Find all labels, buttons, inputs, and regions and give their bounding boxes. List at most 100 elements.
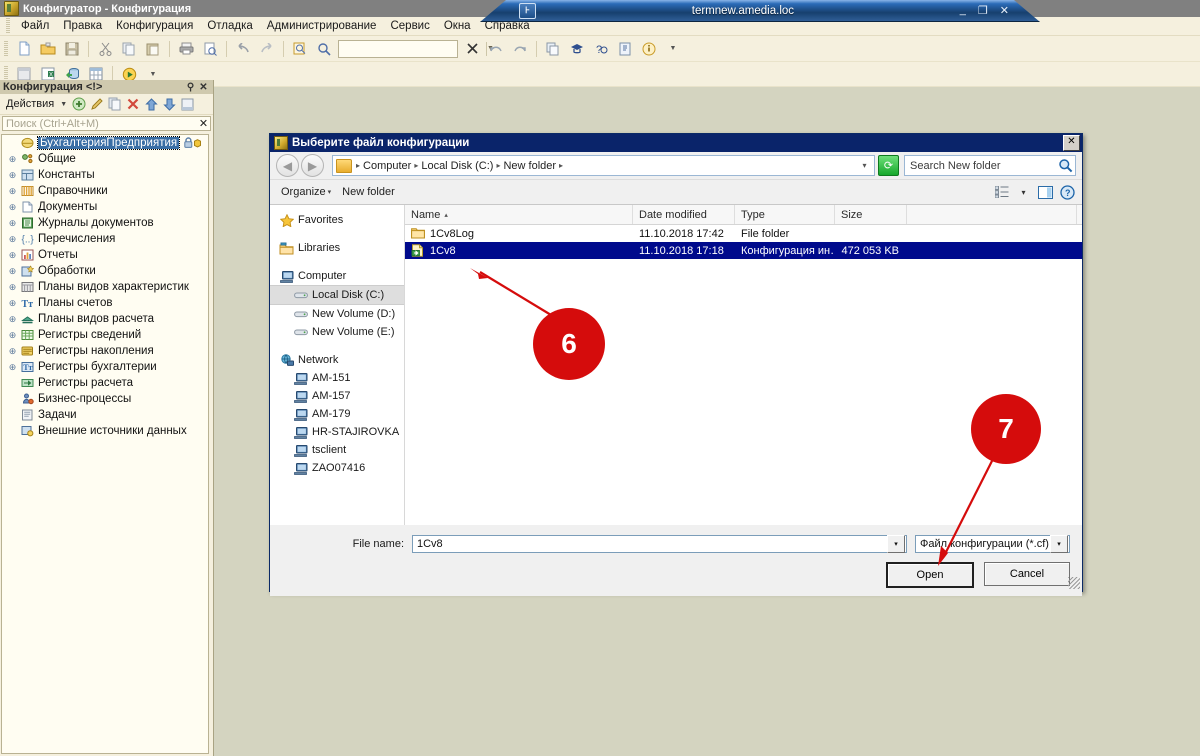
add-icon[interactable] xyxy=(70,95,88,113)
info-icon[interactable] xyxy=(638,38,660,59)
save-icon[interactable] xyxy=(61,38,83,59)
delete-icon[interactable] xyxy=(124,95,142,113)
close-panel-icon[interactable]: ✕ xyxy=(197,82,210,93)
syntax-assistant-icon[interactable] xyxy=(566,38,588,59)
undo-icon[interactable] xyxy=(232,38,254,59)
expand-icon[interactable]: ⊕ xyxy=(6,170,19,181)
filetype-combobox[interactable]: Файл конфигурации (*.cf) ▾ xyxy=(915,535,1070,553)
tree-item-9[interactable]: ⊕ Планы видов характеристик xyxy=(2,279,208,295)
find-next-icon[interactable] xyxy=(509,38,531,59)
magnifier-icon[interactable] xyxy=(1055,158,1075,173)
restore-button[interactable]: ❐ xyxy=(978,4,988,17)
move-down-icon[interactable] xyxy=(160,95,178,113)
tree-item-13[interactable]: ⊕ Регистры накопления xyxy=(2,343,208,359)
copy-icon[interactable] xyxy=(118,38,140,59)
tree-item-5[interactable]: ⊕ Журналы документов xyxy=(2,215,208,231)
toolbar-search-input[interactable]: ▼ xyxy=(338,39,494,58)
menu-item-edit[interactable]: Правка xyxy=(56,19,109,33)
column-header-type[interactable]: Type xyxy=(735,205,835,224)
tree-item-15[interactable]: Регистры расчета xyxy=(2,375,208,391)
edit-pencil-icon[interactable] xyxy=(88,95,106,113)
tree-item-0[interactable]: БухгалтерияПредприятия xyxy=(2,135,208,151)
configuration-tree[interactable]: БухгалтерияПредприятия ⊕ Общие ⊕ Константы ⊕ С… xyxy=(1,134,209,754)
tree-item-17[interactable]: Задачи xyxy=(2,407,208,423)
nav-pane-item-zao07416[interactable]: ZAO07416 xyxy=(270,459,404,477)
expand-icon[interactable]: ⊕ xyxy=(6,314,19,325)
breadcrumb-item-new-folder[interactable]: New folder xyxy=(501,160,558,172)
windows-icon[interactable] xyxy=(542,38,564,59)
search-field[interactable] xyxy=(3,116,197,131)
tree-item-7[interactable]: ⊕ Отчеты xyxy=(2,247,208,263)
dialog-search-input[interactable]: Search New folder xyxy=(904,155,1076,176)
tree-item-2[interactable]: ⊕ Константы xyxy=(2,167,208,183)
view-list-icon[interactable] xyxy=(993,185,1010,200)
nav-pane-item-am-157[interactable]: AM-157 xyxy=(270,387,404,405)
resize-grip[interactable] xyxy=(1068,577,1080,589)
open-folder-icon[interactable] xyxy=(37,38,59,59)
tree-item-1[interactable]: ⊕ Общие xyxy=(2,151,208,167)
clear-search-icon[interactable]: ✕ xyxy=(197,117,210,130)
dialog-nav-pane[interactable]: Favorites Libraries Computer Local Disk (C:… xyxy=(270,205,405,525)
minimize-button[interactable]: _ xyxy=(960,4,966,17)
expand-icon[interactable]: ⊕ xyxy=(6,250,19,261)
tree-item-3[interactable]: ⊕ Справочники xyxy=(2,183,208,199)
pin-icon[interactable]: ⊦ xyxy=(519,2,536,19)
column-header-size[interactable]: Size xyxy=(835,205,907,224)
new-folder-button[interactable]: New folder xyxy=(337,184,400,200)
back-button[interactable]: ◀ xyxy=(276,154,299,177)
actions-menu-button[interactable]: Действия xyxy=(3,98,57,110)
about-icon[interactable] xyxy=(614,38,636,59)
search-icon[interactable] xyxy=(313,38,335,59)
paste-icon[interactable] xyxy=(142,38,164,59)
cancel-button[interactable]: Cancel xyxy=(984,562,1070,586)
breadcrumb-item-local-disk[interactable]: Local Disk (C:) xyxy=(419,160,495,172)
menu-item-debug[interactable]: Отладка xyxy=(200,19,259,33)
filename-field[interactable] xyxy=(413,537,887,551)
filename-dropdown-icon[interactable]: ▾ xyxy=(887,535,905,553)
tree-item-14[interactable]: ⊕ Тт Регистры бухгалтерии xyxy=(2,359,208,375)
tree-item-18[interactable]: Внешние источники данных xyxy=(2,423,208,439)
nav-pane-item-network[interactable]: Network xyxy=(270,351,404,369)
nav-pane-item-local-disk-c[interactable]: Local Disk (C:) xyxy=(270,285,404,305)
filetype-dropdown-icon[interactable]: ▾ xyxy=(1050,535,1068,553)
column-header-date-modified[interactable]: Date modified xyxy=(633,205,735,224)
tree-item-11[interactable]: ⊕ Планы видов расчета xyxy=(2,311,208,327)
clear-search-icon[interactable] xyxy=(461,38,483,59)
nav-pane-item-computer[interactable]: Computer xyxy=(270,267,404,285)
filename-input[interactable]: ▾ xyxy=(412,535,907,553)
breadcrumb[interactable]: ▸ Computer ▸ Local Disk (C:) ▸ New folde… xyxy=(332,155,875,176)
file-list[interactable]: Name ▴ Date modified Type Size 1Cv8Log 11.10.… xyxy=(405,205,1082,525)
menu-item-service[interactable]: Сервис xyxy=(383,19,436,33)
nav-pane-item-tsclient[interactable]: tsclient xyxy=(270,441,404,459)
expand-icon[interactable]: ⊕ xyxy=(6,298,19,309)
expand-icon[interactable]: ⊕ xyxy=(6,346,19,357)
refresh-icon[interactable]: ⟳ xyxy=(878,155,899,176)
nav-pane-item-am-179[interactable]: AM-179 xyxy=(270,405,404,423)
tree-item-12[interactable]: ⊕ Регистры сведений xyxy=(2,327,208,343)
forward-button[interactable]: ▶ xyxy=(301,154,324,177)
nav-pane-item-new-volume-d[interactable]: New Volume (D:) xyxy=(270,305,404,323)
organize-button[interactable]: Organize xyxy=(276,184,331,200)
column-header-name[interactable]: Name ▴ xyxy=(405,205,633,224)
file-row[interactable]: 1Cv8Log 11.10.2018 17:42 File folder xyxy=(405,225,1082,242)
expand-icon[interactable]: ⊕ xyxy=(6,154,19,165)
expand-icon[interactable]: ⊕ xyxy=(6,186,19,197)
menu-item-configuration[interactable]: Конфигурация xyxy=(109,19,200,33)
column-header-blank[interactable] xyxy=(907,205,1077,224)
copy-item-icon[interactable] xyxy=(106,95,124,113)
preview-pane-icon[interactable] xyxy=(1037,185,1054,200)
menu-item-windows[interactable]: Окна xyxy=(437,19,478,33)
organize-caret-icon[interactable]: ▾ xyxy=(328,188,338,196)
expand-icon[interactable]: ⊕ xyxy=(6,330,19,341)
help-icon[interactable]: ? xyxy=(1059,184,1076,200)
help-question-icon[interactable]: ? xyxy=(590,38,612,59)
pin-panel-icon[interactable]: ⚲ xyxy=(184,82,197,93)
file-row[interactable]: 1Cv8 11.10.2018 17:18 Конфигурация ин… 472 … xyxy=(405,242,1082,259)
expand-icon[interactable]: ⊕ xyxy=(6,266,19,277)
tree-item-10[interactable]: ⊕ Тт Планы счетов xyxy=(2,295,208,311)
tree-item-4[interactable]: ⊕ Документы xyxy=(2,199,208,215)
nav-pane-item-am-151[interactable]: AM-151 xyxy=(270,369,404,387)
expand-icon[interactable]: ⊕ xyxy=(6,282,19,293)
open-button[interactable]: Open xyxy=(886,562,974,588)
nav-pane-item-favorites[interactable]: Favorites xyxy=(270,211,404,229)
